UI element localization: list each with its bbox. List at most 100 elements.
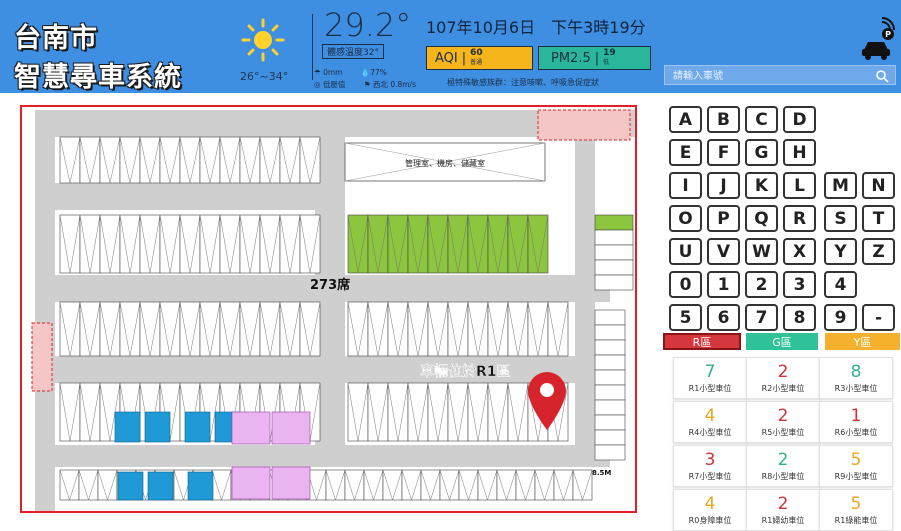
slot-card[interactable]: 3 R7小型車位 xyxy=(673,445,747,487)
key-dash[interactable]: - xyxy=(862,304,895,331)
slot-card[interactable]: 2 R2小型車位 xyxy=(746,357,820,399)
parking-bay xyxy=(507,301,529,357)
key-r[interactable]: R xyxy=(783,205,816,232)
aqi-value: 60 xyxy=(470,48,483,58)
key-d[interactable]: D xyxy=(783,106,816,133)
key-b[interactable]: B xyxy=(707,106,740,133)
parking-bay xyxy=(119,214,141,274)
slot-card[interactable]: 2 R5小型車位 xyxy=(746,401,820,443)
parking-bay xyxy=(594,429,626,446)
parking-bay xyxy=(344,469,365,501)
parking-bay xyxy=(496,469,517,501)
slot-label: R3小型車位 xyxy=(834,383,878,393)
aqi-level: 普通 xyxy=(470,59,483,66)
key-e[interactable]: E xyxy=(669,139,702,166)
key-w[interactable]: W xyxy=(745,238,778,265)
slot-card[interactable]: 1 R6小型車位 xyxy=(819,401,893,443)
parking-bay xyxy=(594,309,626,326)
slot-card[interactable]: 4 R4小型車位 xyxy=(673,401,747,443)
key-0[interactable]: 0 xyxy=(669,271,702,298)
key-2[interactable]: 2 xyxy=(745,271,778,298)
key-p[interactable]: P xyxy=(707,205,740,232)
parking-bay xyxy=(387,382,409,442)
parking-bay xyxy=(99,301,121,357)
parking-bay xyxy=(594,414,626,431)
header-divider xyxy=(312,14,313,80)
slot-card[interactable]: 5 R9小型車位 xyxy=(819,445,893,487)
parking-bay xyxy=(553,469,574,501)
key-h[interactable]: H xyxy=(783,139,816,166)
parking-bay xyxy=(487,382,509,442)
tab-zone-r[interactable]: R區 xyxy=(663,333,741,350)
tab-zone-y[interactable]: Y區 xyxy=(825,333,900,350)
key-y[interactable]: Y xyxy=(824,238,857,265)
key-5[interactable]: 5 xyxy=(669,304,702,331)
parking-bay xyxy=(458,469,479,501)
key-t[interactable]: T xyxy=(862,205,895,232)
tab-zone-g[interactable]: G區 xyxy=(746,333,818,350)
key-l[interactable]: L xyxy=(783,172,816,199)
weather-row-2: ◎ 低壓值 ⚑ 西北 0.8m/s xyxy=(314,79,432,90)
key-8[interactable]: 8 xyxy=(783,304,816,331)
parking-bay xyxy=(594,274,634,291)
key-m[interactable]: M xyxy=(824,172,857,199)
key-a[interactable]: A xyxy=(669,106,702,133)
parking-bay xyxy=(79,136,101,184)
vehicle-location-label: 車輛位於R1區 xyxy=(420,363,511,380)
parking-bay xyxy=(447,382,469,442)
key-7[interactable]: 7 xyxy=(745,304,778,331)
health-warning: 極特殊敏感族群：注意咳嗽、呼吸急促症狀 xyxy=(447,78,599,87)
parking-bay xyxy=(594,354,626,371)
key-o[interactable]: O xyxy=(669,205,702,232)
accessible-bay xyxy=(144,411,171,443)
aqi-label: AQI xyxy=(435,50,458,66)
slot-card[interactable]: 8 R3小型車位 xyxy=(819,357,893,399)
slot-card[interactable]: 7 R1小型車位 xyxy=(673,357,747,399)
parking-bay xyxy=(259,136,281,184)
current-datetime: 107年10月6日 下午3時19分 xyxy=(426,18,646,37)
parking-bay xyxy=(299,214,321,274)
key-j[interactable]: J xyxy=(707,172,740,199)
key-n[interactable]: N xyxy=(862,172,895,199)
slot-card[interactable]: 2 R8小型車位 xyxy=(746,445,820,487)
pm25-value: 19 xyxy=(603,48,616,58)
parking-bay xyxy=(367,382,389,442)
search-icon[interactable] xyxy=(875,69,889,83)
key-3[interactable]: 3 xyxy=(783,271,816,298)
key-z[interactable]: Z xyxy=(862,238,895,265)
city-title: 台南市 xyxy=(14,23,98,54)
key-4[interactable]: 4 xyxy=(824,271,857,298)
parking-bay xyxy=(447,214,469,274)
key-1[interactable]: 1 xyxy=(707,271,740,298)
key-i[interactable]: I xyxy=(669,172,702,199)
key-q[interactable]: Q xyxy=(745,205,778,232)
parking-bay xyxy=(363,469,384,501)
plate-search-input[interactable] xyxy=(671,67,875,85)
key-k[interactable]: K xyxy=(745,172,778,199)
key-6[interactable]: 6 xyxy=(707,304,740,331)
parking-bay xyxy=(279,301,301,357)
key-x[interactable]: X xyxy=(783,238,816,265)
parking-bay xyxy=(79,301,101,357)
key-u[interactable]: U xyxy=(669,238,702,265)
key-9[interactable]: 9 xyxy=(824,304,857,331)
parking-bay xyxy=(99,214,121,274)
key-f[interactable]: F xyxy=(707,139,740,166)
parking-bay xyxy=(439,469,460,501)
key-c[interactable]: C xyxy=(745,106,778,133)
parking-bay xyxy=(594,399,626,416)
parking-bay xyxy=(239,214,261,274)
key-s[interactable]: S xyxy=(824,205,857,232)
parking-bay xyxy=(507,214,529,274)
parking-bay xyxy=(420,469,441,501)
parking-bay xyxy=(199,136,221,184)
key-v[interactable]: V xyxy=(707,238,740,265)
parking-bay xyxy=(427,214,449,274)
slot-label: R9小型車位 xyxy=(834,471,878,481)
plate-search-box[interactable] xyxy=(664,65,896,85)
parking-bay xyxy=(259,301,281,357)
parking-bay xyxy=(279,136,301,184)
slot-count: 5 xyxy=(850,493,862,514)
key-g[interactable]: G xyxy=(745,139,778,166)
parking-bay xyxy=(59,136,81,184)
